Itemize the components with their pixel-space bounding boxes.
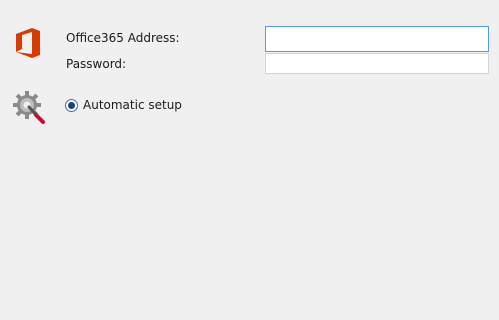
password-label: Password: [66, 57, 127, 71]
gear-wrench-icon [12, 90, 46, 124]
office-logo-icon [13, 26, 43, 60]
automatic-setup-radio[interactable] [65, 98, 78, 112]
automatic-setup-option[interactable]: Automatic setup [65, 98, 182, 112]
radio-selected-dot [68, 101, 75, 109]
address-input[interactable] [265, 26, 489, 52]
password-input[interactable] [265, 53, 489, 74]
address-label: Office365 Address: [66, 31, 180, 45]
automatic-setup-label: Automatic setup [83, 98, 182, 112]
